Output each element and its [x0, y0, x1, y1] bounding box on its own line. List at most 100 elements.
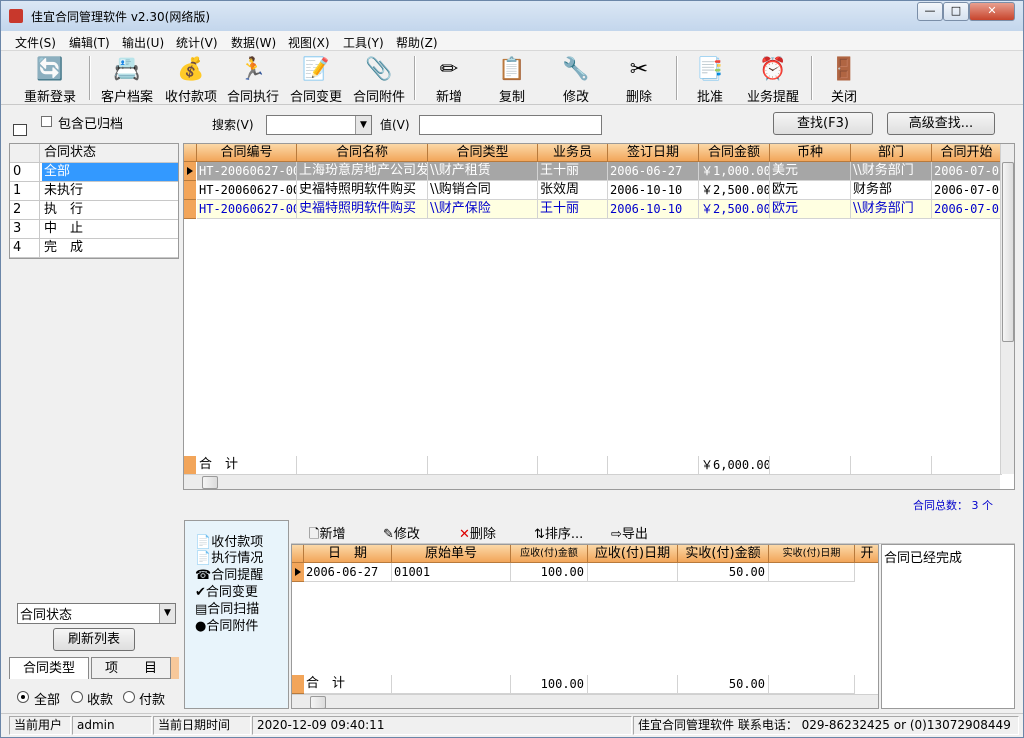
tab-project[interactable]: 项 目 — [91, 657, 171, 679]
menu-tools[interactable]: 工具(Y) — [343, 34, 384, 51]
close-window-button[interactable]: ✕ — [969, 2, 1015, 21]
total-amount: ￥6,000.00 — [699, 456, 770, 475]
money-icon: 💰 — [177, 57, 205, 82]
title-bar: 佳宜合同管理软件 v2.30(网络版) — □ ✕ — [1, 1, 1023, 31]
main-window: 佳宜合同管理软件 v2.30(网络版) — □ ✕ 文件(S) 编辑(T) 输出… — [0, 0, 1024, 738]
col-sign-date[interactable]: 签订日期 — [608, 144, 699, 162]
value-input[interactable] — [419, 115, 602, 135]
contract-change-button[interactable]: 📝 合同变更 — [286, 54, 346, 105]
payments-button[interactable]: 💰 收付款项 — [161, 54, 221, 105]
chevron-down-icon: ▼ — [355, 116, 371, 134]
contracts-vscrollbar[interactable] — [1000, 144, 1014, 474]
col-open[interactable]: 开 — [855, 545, 878, 563]
current-datetime: 2020-12-09 09:40:11 — [252, 716, 632, 735]
approve-button[interactable]: 📑 批准 — [687, 54, 733, 105]
col-currency[interactable]: 币种 — [770, 144, 851, 162]
include-archived-checkbox[interactable] — [41, 116, 52, 127]
payments-total-label: 合 计 — [304, 675, 392, 694]
row-indicator[interactable] — [184, 200, 196, 219]
nav-attachment[interactable]: ●合同附件 — [195, 615, 258, 634]
relogin-button[interactable]: 🔄 重新登录 — [19, 54, 81, 105]
detail-edit-button[interactable]: ✎修改 — [383, 523, 420, 542]
advanced-find-button[interactable]: 高级查找... — [887, 112, 995, 135]
filter-select[interactable]: 合同状态 ▼ — [17, 603, 176, 624]
status-item-pending[interactable]: 1 未执行 — [10, 182, 178, 201]
exit-icon: 🚪 — [830, 57, 858, 82]
maximize-button[interactable]: □ — [943, 2, 969, 21]
status-item-all[interactable]: 0 全部 — [10, 163, 178, 182]
menu-help[interactable]: 帮助(Z) — [396, 34, 438, 51]
scroll-thumb[interactable] — [310, 696, 326, 708]
col-actual-date[interactable]: 实收(付)日期 — [769, 545, 855, 563]
tab-strip-edge — [171, 657, 179, 679]
scroll-thumb[interactable] — [202, 476, 218, 489]
refresh-list-button[interactable]: 刷新列表 — [53, 628, 135, 651]
menu-bar: 文件(S) 编辑(T) 输出(U) 统计(V) 数据(W) 视图(X) 工具(Y… — [1, 31, 1023, 51]
contract-count: 合同总数： 3 个 — [913, 499, 993, 512]
minimize-button[interactable]: — — [917, 2, 943, 21]
row-indicator[interactable] — [184, 181, 196, 200]
radio-pay[interactable] — [123, 691, 135, 703]
col-contract-name[interactable]: 合同名称 — [297, 144, 428, 162]
menu-output[interactable]: 输出(U) — [122, 34, 164, 51]
col-pay-date[interactable]: 日 期 — [304, 545, 392, 563]
col-contract-type[interactable]: 合同类型 — [428, 144, 538, 162]
left-pane: 合同状态 0 全部 1 未执行 2 执 行 3 中 止 4 完 成 合同状态 ▼… — [9, 143, 180, 713]
menu-edit[interactable]: 编辑(T) — [69, 34, 110, 51]
copy-button[interactable]: 📋 复制 — [489, 54, 535, 105]
radio-all[interactable] — [17, 691, 29, 703]
window-title: 佳宜合同管理软件 v2.30(网络版) — [31, 10, 210, 24]
scroll-thumb[interactable] — [1002, 162, 1014, 342]
toolbar-separator — [676, 56, 678, 100]
payments-hscrollbar[interactable] — [292, 694, 878, 708]
col-department[interactable]: 部门 — [851, 144, 932, 162]
menu-data[interactable]: 数据(W) — [231, 34, 276, 51]
radio-all-label: 全部 — [34, 693, 61, 708]
menu-stats[interactable]: 统计(V) — [176, 34, 218, 51]
search-field-select[interactable]: ▼ — [266, 115, 372, 135]
contract-attachment-button[interactable]: 📎 合同附件 — [349, 54, 409, 105]
contracts-hscrollbar[interactable] — [184, 474, 1000, 489]
include-archived-label: 包含已归档 — [58, 117, 124, 132]
menu-view[interactable]: 视图(X) — [288, 34, 330, 51]
col-due-amount[interactable]: 应收(付)金额 — [511, 545, 588, 563]
detail-nav: 📄收付款项 📄执行情况 ☎合同提醒 ✔合同变更 ▤合同扫描 ●合同附件 — [184, 520, 289, 709]
col-due-date[interactable]: 应收(付)日期 — [588, 545, 678, 563]
attachment-icon: ● — [195, 619, 207, 634]
radio-pay-label: 付款 — [139, 693, 166, 708]
reminder-icon: ⏰ — [759, 57, 787, 82]
menu-file[interactable]: 文件(S) — [15, 34, 56, 51]
table-row[interactable]: 2006-06-27 — [304, 563, 392, 582]
edit-button[interactable]: 🔧 修改 — [553, 54, 599, 105]
customer-button[interactable]: 📇 客户档案 — [97, 54, 157, 105]
main-toolbar: 🔄 重新登录 📇 客户档案 💰 收付款项 🏃 合同执行 📝 合同变更 📎 合同附件 ✏ 新增 … — [1, 52, 1023, 105]
radio-receive[interactable] — [71, 691, 83, 703]
col-start-date[interactable]: 合同开始 — [932, 144, 1002, 162]
row-indicator[interactable] — [292, 563, 304, 582]
col-contract-no[interactable]: 合同编号 — [197, 144, 297, 162]
delete-button[interactable]: ✂ 删除 — [616, 54, 662, 105]
status-item-suspended[interactable]: 3 中 止 — [10, 220, 178, 239]
reminder-button[interactable]: ⏰ 业务提醒 — [742, 54, 804, 105]
delete-x-icon: ✕ — [459, 527, 470, 542]
col-original-no[interactable]: 原始单号 — [392, 545, 511, 563]
contracts-grid: 合同编号 合同名称 合同类型 业务员 签订日期 合同金额 币种 部门 合同开始 … — [183, 143, 1015, 490]
exit-button[interactable]: 🚪 关闭 — [821, 54, 867, 105]
row-indicator[interactable] — [184, 162, 196, 181]
current-user-label: 当前用户 — [9, 716, 71, 735]
detail-export-button[interactable]: ⇨导出 — [611, 523, 648, 542]
sort-icon: ⇅ — [534, 527, 545, 542]
col-amount[interactable]: 合同金额 — [699, 144, 770, 162]
detail-delete-button[interactable]: ✕删除 — [459, 523, 496, 542]
find-button[interactable]: 查找(F3) — [773, 112, 873, 135]
new-button[interactable]: ✏ 新增 — [425, 54, 473, 105]
status-item-executing[interactable]: 2 执 行 — [10, 201, 178, 220]
edit-icon: 🔧 — [562, 57, 590, 82]
col-salesperson[interactable]: 业务员 — [538, 144, 608, 162]
detail-sort-button[interactable]: ⇅排序... — [534, 523, 583, 542]
tab-contract-type[interactable]: 合同类型 — [9, 657, 89, 679]
edit-icon: ✎ — [383, 527, 394, 542]
contract-execute-button[interactable]: 🏃 合同执行 — [223, 54, 283, 105]
status-item-completed[interactable]: 4 完 成 — [10, 239, 178, 258]
col-actual-amount[interactable]: 实收(付)金额 — [678, 545, 769, 563]
